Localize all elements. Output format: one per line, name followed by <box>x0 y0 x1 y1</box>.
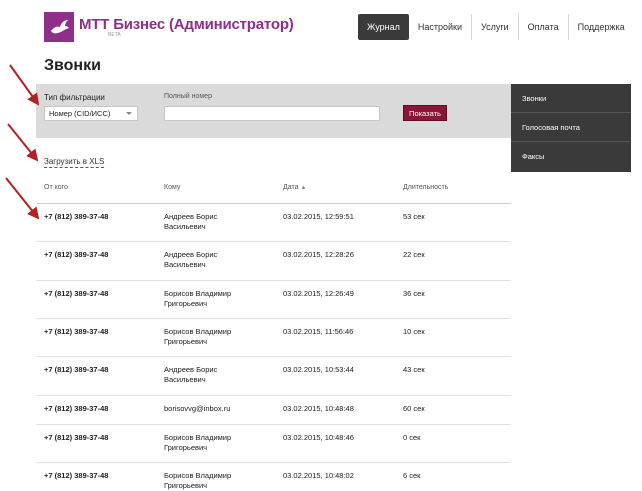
cell-from: +7 (812) 389-37-48 <box>44 365 109 374</box>
row-divider <box>36 318 511 319</box>
column-header-to[interactable]: Кому <box>164 184 180 191</box>
nav-item-payment[interactable]: Оплата <box>519 14 569 40</box>
cell-to: borisovvg@inbox.ru <box>164 404 230 414</box>
cell-to-line1: Андреев Борис <box>164 250 218 259</box>
cell-to: Андреев Борис Васильевич <box>164 212 217 232</box>
cell-to-line2: Васильевич <box>164 260 206 269</box>
cell-duration: 10 сек <box>403 327 425 336</box>
top-nav: Журнал Настройки Услуги Оплата Поддержка <box>358 14 634 40</box>
nav-item-support[interactable]: Поддержка <box>569 14 634 40</box>
cell-to: Борисов Владимир Григорьевич <box>164 433 231 453</box>
cell-from: +7 (812) 389-37-48 <box>44 471 109 480</box>
sidebar-item-faxes[interactable]: Факсы <box>511 142 631 171</box>
cell-from: +7 (812) 389-37-48 <box>44 250 109 259</box>
row-divider <box>36 241 511 242</box>
nav-item-services[interactable]: Услуги <box>472 14 519 40</box>
full-number-input[interactable] <box>164 106 380 121</box>
sidebar-item-calls[interactable]: Звонки <box>511 84 631 113</box>
mtt-logo-icon[interactable] <box>44 12 74 42</box>
cell-to-line1: Борисов Владимир <box>164 327 232 336</box>
cell-date: 03.02.2015, 12:28:26 <box>283 250 354 259</box>
column-header-date[interactable]: Дата ▲ <box>283 184 306 191</box>
nav-item-settings[interactable]: Настройки <box>409 14 472 40</box>
cell-date: 03.02.2015, 12:26:49 <box>283 289 354 298</box>
cell-duration: 53 сек <box>403 212 425 221</box>
cell-to: Борисов Владимир Григорьевич <box>164 289 231 309</box>
cell-duration: 6 сек <box>403 471 421 480</box>
cell-date: 03.02.2015, 12:59:51 <box>283 212 354 221</box>
cell-from: +7 (812) 389-37-48 <box>44 327 109 336</box>
cell-from: +7 (812) 389-37-48 <box>44 404 109 413</box>
cell-duration: 36 сек <box>403 289 425 298</box>
brand-name: МТТ Бизнес (Администратор) <box>79 16 294 33</box>
sidebar: Звонки Голосовая почта Факсы <box>511 84 631 172</box>
arrow-icon <box>7 123 39 162</box>
row-divider <box>36 424 511 425</box>
cell-to-line1: Андреев Борис <box>164 212 218 221</box>
cell-date: 03.02.2015, 10:48:02 <box>283 471 354 480</box>
column-header-duration[interactable]: Длительность <box>403 184 448 191</box>
cell-from: +7 (812) 389-37-48 <box>44 289 109 298</box>
cell-date: 03.02.2015, 10:48:48 <box>283 404 354 413</box>
show-button[interactable]: Показать <box>403 105 447 121</box>
cell-to-line2: Васильевич <box>164 222 206 231</box>
nav-item-journal[interactable]: Журнал <box>358 14 409 40</box>
cell-duration: 0 сек <box>403 433 421 442</box>
cell-date: 03.02.2015, 10:48:46 <box>283 433 354 442</box>
cell-date: 03.02.2015, 10:53:44 <box>283 365 354 374</box>
annotation-arrows <box>5 64 40 220</box>
cell-to-line1: Борисов Владимир <box>164 471 232 480</box>
cell-duration: 22 сек <box>403 250 425 259</box>
row-divider <box>36 356 511 357</box>
sort-asc-icon: ▲ <box>300 185 307 191</box>
cell-date: 03.02.2015, 11:56:46 <box>283 327 354 336</box>
column-header-date-label: Дата <box>283 184 299 191</box>
chevron-down-icon <box>126 112 132 115</box>
cell-to-line2: Григорьевич <box>164 299 208 308</box>
cell-duration: 60 сек <box>403 404 425 413</box>
bird-icon <box>51 20 69 34</box>
cell-to-line1: Борисов Владимир <box>164 433 232 442</box>
cell-from: +7 (812) 389-37-48 <box>44 433 109 442</box>
cell-to: Андреев Борис Васильевич <box>164 365 217 385</box>
sidebar-item-voicemail[interactable]: Голосовая почта <box>511 113 631 142</box>
cell-to: Борисов Владимир Григорьевич <box>164 327 231 347</box>
arrow-icon <box>9 64 40 106</box>
cell-to-line1: borisovvg@inbox.ru <box>164 404 231 413</box>
row-divider <box>36 462 511 463</box>
row-divider <box>36 395 511 396</box>
cell-to-line1: Андреев Борис <box>164 365 218 374</box>
arrow-icon <box>5 177 40 220</box>
table-header-divider <box>36 203 511 204</box>
cell-to-line1: Борисов Владимир <box>164 289 232 298</box>
cell-to-line2: Григорьевич <box>164 337 208 346</box>
full-number-label: Полный номер <box>164 93 212 100</box>
row-divider <box>36 280 511 281</box>
cell-to: Андреев Борис Васильевич <box>164 250 217 270</box>
cell-duration: 43 сек <box>403 365 425 374</box>
beta-badge: BETA <box>108 32 121 38</box>
cell-to-line2: Васильевич <box>164 375 206 384</box>
cell-to-line2: Григорьевич <box>164 443 208 452</box>
cell-to: Борисов Владимир Григорьевич <box>164 471 231 491</box>
